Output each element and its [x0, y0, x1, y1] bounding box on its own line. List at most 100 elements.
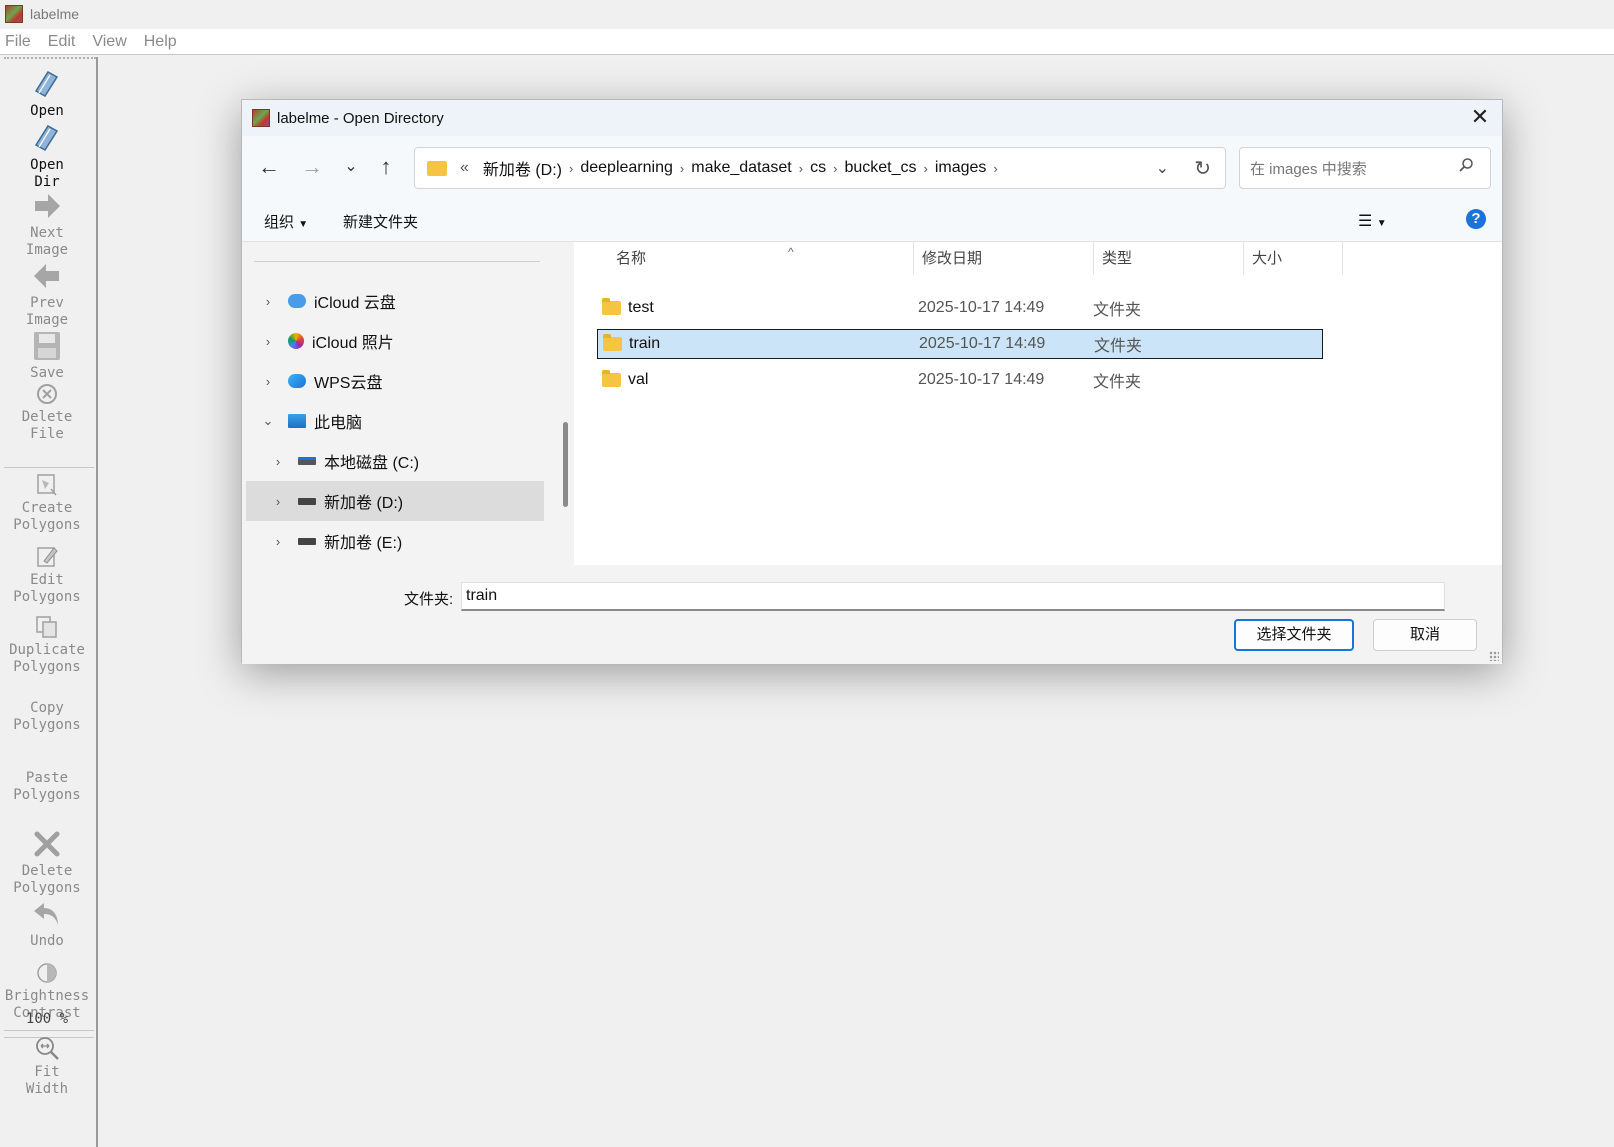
select-folder-button[interactable]: 选择文件夹: [1234, 619, 1354, 651]
nav-divider: [254, 261, 540, 262]
nav-item-drive-c[interactable]: › 本地磁盘 (C:): [246, 441, 544, 481]
create-polygon-icon: [37, 474, 57, 496]
address-dropdown-icon[interactable]: ⌄: [1156, 158, 1169, 178]
up-button[interactable]: ↑: [372, 154, 400, 182]
command-bar: 组织 ▼ 新建文件夹 ☰ ▼ ?: [242, 198, 1502, 242]
chevron-right-icon[interactable]: ›: [270, 454, 286, 469]
next-image-button[interactable]: Next Image: [0, 189, 94, 259]
copy-polygons-button[interactable]: Copy Polygons: [0, 700, 94, 734]
open-dir-button[interactable]: Open Dir: [0, 121, 94, 191]
toolbar-separator: [4, 1030, 94, 1031]
brightness-icon: [37, 963, 57, 983]
column-header-name[interactable]: 名称 ^: [608, 242, 914, 275]
close-button[interactable]: ✕: [1468, 106, 1492, 130]
prev-image-button[interactable]: Prev Image: [0, 259, 94, 329]
menu-view[interactable]: View: [92, 33, 126, 51]
delete-file-button[interactable]: Delete File: [0, 381, 94, 443]
dialog-titlebar: labelme - Open Directory: [242, 100, 1502, 136]
arrow-left-icon: [34, 264, 59, 288]
chevron-down-icon: ⌄: [344, 158, 358, 175]
search-placeholder: 在 images 中搜索: [1250, 160, 1367, 178]
delete-circle-icon: [37, 384, 57, 404]
nav-scrollbar[interactable]: [558, 242, 574, 565]
breadcrumb-overflow[interactable]: «: [460, 159, 469, 177]
breadcrumb-drive-d[interactable]: 新加卷 (D:): [483, 156, 562, 180]
folder-icon: [602, 298, 621, 315]
file-list: 名称 ^ 修改日期 类型 大小 test 2025-10-17 14:49 文件…: [574, 242, 1502, 565]
delete-polygons-button[interactable]: Delete Polygons: [0, 827, 94, 897]
fit-width-button[interactable]: Fit Width: [0, 1034, 94, 1098]
file-name: val: [628, 371, 649, 388]
menu-file[interactable]: File: [5, 33, 31, 51]
address-bar[interactable]: « 新加卷 (D:) › deeplearning › make_dataset…: [414, 147, 1226, 189]
nav-item-icloud-drive[interactable]: › iCloud 云盘: [246, 281, 544, 321]
chevron-right-icon[interactable]: ›: [993, 161, 997, 176]
folder-name-field[interactable]: train: [461, 582, 1445, 611]
nav-item-drive-d[interactable]: › 新加卷 (D:): [246, 481, 544, 521]
delete-x-icon: [34, 831, 60, 857]
file-row-test[interactable]: test 2025-10-17 14:49 文件夹: [597, 293, 1323, 323]
create-polygons-button[interactable]: Create Polygons: [0, 472, 94, 534]
chevron-right-icon[interactable]: ›: [260, 294, 276, 309]
delete-polygons-label: Delete Polygons: [13, 863, 81, 896]
scrollbar-thumb[interactable]: [563, 422, 568, 507]
chevron-right-icon[interactable]: ›: [799, 161, 803, 176]
arrow-right-icon: →: [301, 154, 323, 179]
column-header-modified[interactable]: 修改日期: [914, 242, 1094, 275]
undo-button[interactable]: Undo: [0, 897, 94, 950]
recent-locations-button[interactable]: ⌄: [337, 154, 365, 182]
computer-icon: [288, 414, 306, 428]
nav-item-drive-e[interactable]: › 新加卷 (E:): [246, 521, 544, 561]
nav-item-label: 新加卷 (E:): [324, 535, 403, 552]
nav-item-wps-cloud[interactable]: › WPS云盘: [246, 361, 544, 401]
file-name: train: [629, 335, 661, 352]
chevron-down-icon[interactable]: ⌄: [260, 413, 276, 429]
drive-icon: [298, 497, 316, 505]
menu-edit[interactable]: Edit: [48, 33, 76, 51]
file-name: test: [628, 299, 654, 316]
organize-button[interactable]: 组织 ▼: [264, 211, 308, 232]
save-button[interactable]: Save: [0, 329, 94, 382]
resize-grip[interactable]: [1489, 651, 1499, 661]
folder-icon: [427, 160, 447, 176]
chevron-right-icon[interactable]: ›: [833, 161, 837, 176]
view-options-button[interactable]: ☰ ▼: [1358, 211, 1387, 231]
chevron-right-icon[interactable]: ›: [260, 374, 276, 389]
chevron-right-icon[interactable]: ›: [260, 334, 276, 349]
nav-item-icloud-photos[interactable]: › iCloud 照片: [246, 321, 544, 361]
chevron-right-icon[interactable]: ›: [569, 161, 573, 176]
breadcrumb-cs[interactable]: cs: [810, 159, 826, 177]
menu-help[interactable]: Help: [144, 33, 177, 51]
back-button[interactable]: ←: [255, 154, 283, 182]
breadcrumb-make-dataset[interactable]: make_dataset: [691, 159, 792, 177]
new-folder-button[interactable]: 新建文件夹: [343, 211, 418, 232]
column-header-size[interactable]: 大小: [1244, 242, 1343, 275]
cancel-button[interactable]: 取消: [1373, 619, 1477, 651]
chevron-right-icon[interactable]: ›: [270, 534, 286, 549]
open-dir-label: Open Dir: [30, 157, 64, 190]
file-row-train[interactable]: train 2025-10-17 14:49 文件夹: [597, 329, 1323, 359]
breadcrumb-images[interactable]: images: [935, 159, 987, 177]
next-image-label: Next Image: [25, 225, 69, 258]
forward-button[interactable]: →: [298, 154, 326, 182]
chevron-right-icon[interactable]: ›: [923, 161, 927, 176]
help-icon[interactable]: ?: [1466, 209, 1486, 229]
edit-polygons-button[interactable]: Edit Polygons: [0, 544, 94, 606]
file-row-val[interactable]: val 2025-10-17 14:49 文件夹: [597, 365, 1323, 395]
search-input[interactable]: 在 images 中搜索: [1239, 147, 1491, 189]
navigation-pane: › iCloud 云盘 › iCloud 照片 › WPS云盘 ⌄ 此电脑 › …: [242, 242, 547, 565]
duplicate-polygons-button[interactable]: Duplicate Polygons: [0, 614, 94, 676]
breadcrumb-bucket-cs[interactable]: bucket_cs: [844, 159, 916, 177]
paste-polygons-label: Paste Polygons: [13, 770, 81, 803]
breadcrumb-deeplearning[interactable]: deeplearning: [580, 159, 673, 177]
chevron-right-icon[interactable]: ›: [680, 161, 684, 176]
column-header-type[interactable]: 类型: [1094, 242, 1244, 275]
chevron-right-icon[interactable]: ›: [270, 494, 286, 509]
paste-polygons-button[interactable]: Paste Polygons: [0, 770, 94, 804]
icloud-icon: [288, 294, 306, 308]
zoom-level[interactable]: 100 %: [0, 1011, 94, 1028]
refresh-icon[interactable]: ↻: [1194, 156, 1211, 181]
navigation-bar: ← → ⌄ ↑ « 新加卷 (D:) › deeplearning › make…: [242, 136, 1502, 198]
open-button[interactable]: Open: [0, 67, 94, 120]
nav-item-this-pc[interactable]: ⌄ 此电脑: [246, 401, 544, 441]
